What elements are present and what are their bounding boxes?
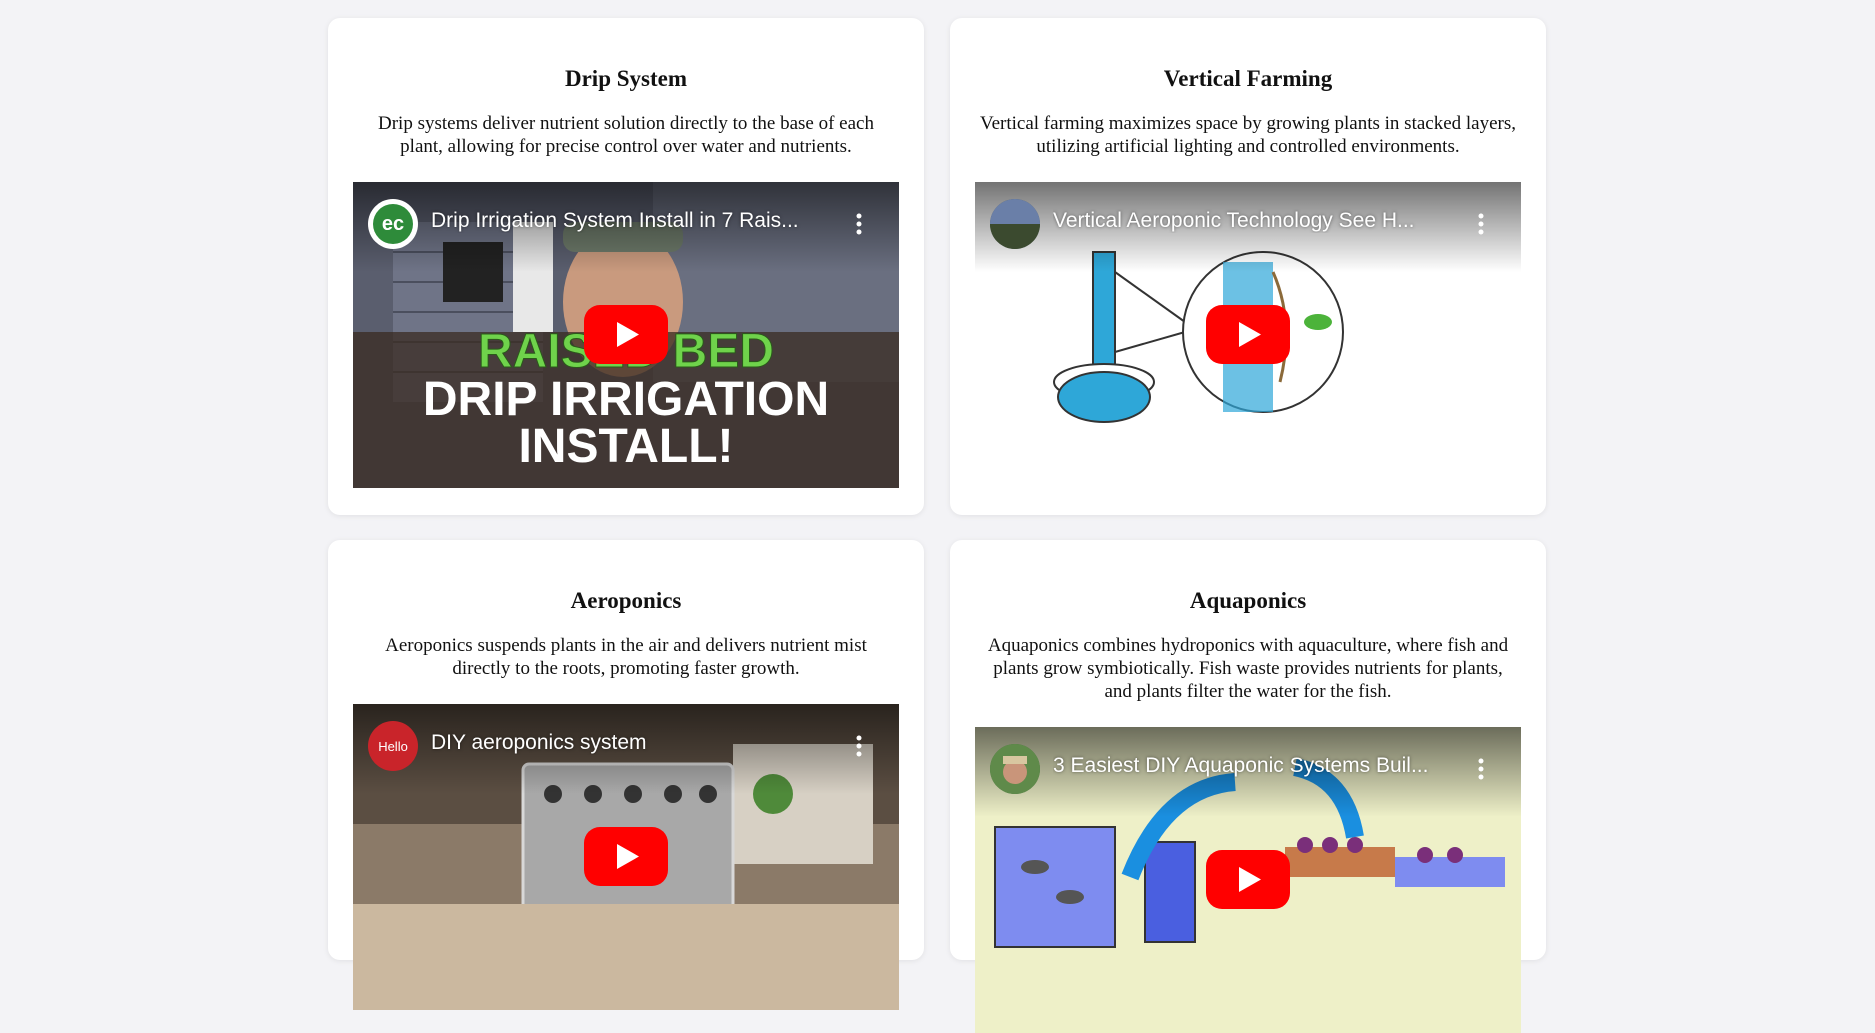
- channel-avatar-text: ec: [381, 212, 405, 235]
- card-description: Aquaponics combines hydroponics with aqu…: [987, 635, 1509, 702]
- channel-avatar[interactable]: Hello: [368, 721, 418, 771]
- video-title[interactable]: 3 Easiest DIY Aquaponic Systems Buil...: [1053, 754, 1453, 778]
- play-button-icon[interactable]: [584, 827, 668, 886]
- card-description: Vertical farming maximizes space by grow…: [979, 113, 1517, 157]
- card-aeroponics: Aeroponics Aeroponics suspends plants in…: [328, 540, 924, 1010]
- more-options-icon[interactable]: [1477, 212, 1485, 236]
- video-title[interactable]: Drip Irrigation System Install in 7 Rais…: [431, 209, 831, 233]
- channel-avatar-image: [990, 744, 1040, 794]
- card-description: Drip systems deliver nutrient solution d…: [378, 113, 874, 157]
- channel-avatar-image: [990, 199, 1040, 249]
- channel-avatar[interactable]: [990, 744, 1040, 794]
- channel-avatar[interactable]: [990, 199, 1040, 249]
- more-options-icon[interactable]: [1477, 757, 1485, 781]
- more-options-icon[interactable]: [855, 734, 863, 758]
- more-options-icon[interactable]: [855, 212, 863, 236]
- video-embed[interactable]: Hello DIY aeroponics system: [353, 704, 899, 1010]
- card-drip-system: Drip System Drip systems deliver nutrien…: [328, 18, 924, 515]
- video-embed[interactable]: Vertical Aeroponic Technology See H...: [975, 182, 1521, 488]
- card-title: Vertical Farming: [1163, 66, 1333, 91]
- card-description: Aeroponics suspends plants in the air an…: [385, 635, 867, 679]
- card-title: Drip System: [564, 66, 688, 91]
- video-embed[interactable]: 3 Easiest DIY Aquaponic Systems Buil...: [975, 727, 1521, 1033]
- card-aquaponics: Aquaponics Aquaponics combines hydroponi…: [950, 540, 1546, 1033]
- card-title: Aquaponics: [1189, 588, 1307, 613]
- play-button-icon[interactable]: [1206, 305, 1290, 364]
- play-button-icon[interactable]: [584, 305, 668, 364]
- video-embed[interactable]: RAISED BED DRIP IRRIGATION INSTALL! ec D…: [353, 182, 899, 488]
- video-title[interactable]: Vertical Aeroponic Technology See H...: [1053, 209, 1453, 233]
- channel-avatar-text: Hello: [378, 738, 408, 754]
- card-vertical-farming: Vertical Farming Vertical farming maximi…: [950, 18, 1546, 515]
- video-title[interactable]: DIY aeroponics system: [431, 731, 831, 755]
- play-button-icon[interactable]: [1206, 850, 1290, 909]
- svg-text:INSTALL!: INSTALL!: [518, 420, 733, 473]
- channel-avatar[interactable]: ec: [368, 199, 418, 249]
- card-title: Aeroponics: [570, 588, 682, 613]
- svg-text:DRIP IRRIGATION: DRIP IRRIGATION: [423, 373, 829, 426]
